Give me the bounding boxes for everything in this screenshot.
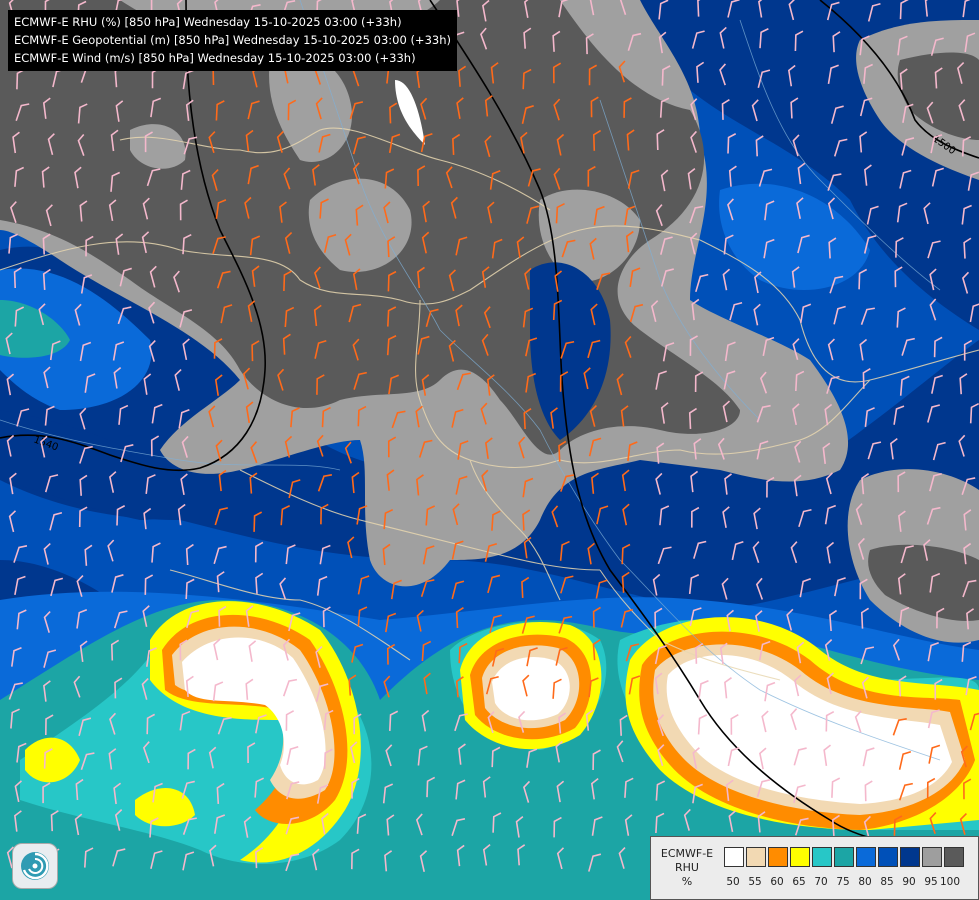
legend-swatch <box>790 847 810 867</box>
legend-tick-label: 80 <box>858 876 872 888</box>
legend-unit: % <box>681 875 693 888</box>
legend-swatch <box>746 847 766 867</box>
ecmwf-logo <box>12 843 58 889</box>
legend-swatch <box>944 847 964 867</box>
title-geopotential: ECMWF-E Geopotential (m) [850 hPa] Wedne… <box>14 33 451 47</box>
legend-tick-label: 70 <box>814 876 828 888</box>
legend-swatch <box>856 847 876 867</box>
weather-map: 1540 1500 1480 <box>0 0 979 900</box>
title-wind: ECMWF-E Wind (m/s) [850 hPa] Wednesday 1… <box>14 51 416 65</box>
swirl-icon <box>21 852 49 880</box>
legend-swatch <box>900 847 920 867</box>
legend-swatch <box>812 847 832 867</box>
legend-title-line1: ECMWF-E <box>660 847 714 860</box>
legend-swatch <box>768 847 788 867</box>
legend-tick-label: 85 <box>880 876 894 888</box>
field-white-c <box>492 656 570 721</box>
legend-swatch <box>922 847 942 867</box>
legend-tick-label: 55 <box>748 876 762 888</box>
rhu-legend: ECMWF-E RHU % 50 55 60 65 70 75 80 85 90 95 100 <box>650 836 979 900</box>
legend-title: ECMWF-E RHU % <box>655 847 719 889</box>
legend-title-line2: RHU <box>675 861 699 874</box>
map-title-block: ECMWF-E RHU (%) [850 hPa] Wednesday 15-1… <box>8 10 457 71</box>
legend-tick-label: 65 <box>792 876 806 888</box>
legend-tick-label: 60 <box>770 876 784 888</box>
legend-tick-label: 75 <box>836 876 850 888</box>
legend-tick-label: 50 <box>726 876 740 888</box>
title-rhu: ECMWF-E RHU (%) [850 hPa] Wednesday 15-1… <box>14 15 402 29</box>
legend-swatch <box>834 847 854 867</box>
legend-swatch <box>724 847 744 867</box>
legend-tick-label: 90 <box>902 876 916 888</box>
legend-tick-label: 100 <box>939 876 961 888</box>
legend-swatch <box>878 847 898 867</box>
